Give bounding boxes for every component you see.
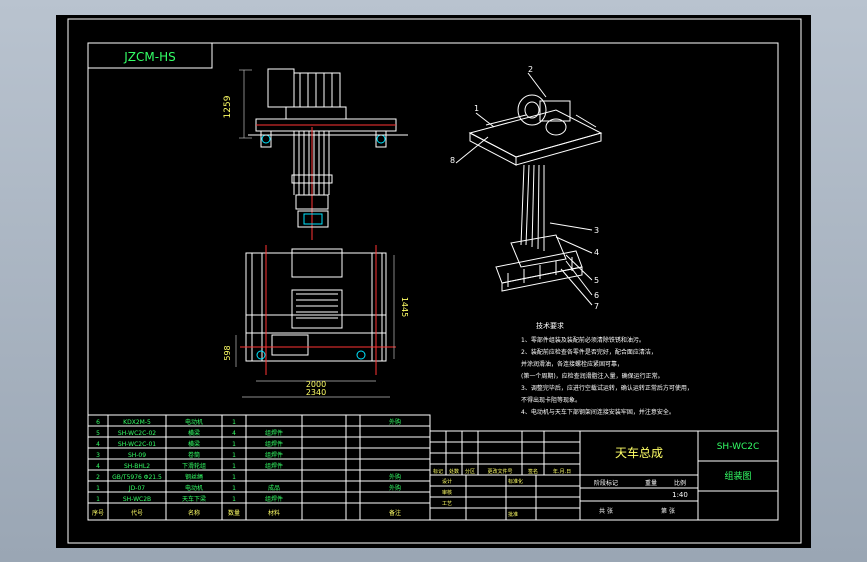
- tb-stage-mark: 阶段标记: [594, 479, 618, 487]
- bom-cell: 4: [96, 441, 100, 448]
- tb-total-sheets: 共 张: [599, 507, 613, 515]
- tb-label-zone: 分区: [465, 468, 475, 475]
- tb-label-signature: 签名: [528, 468, 538, 475]
- callout-8: 8: [450, 156, 455, 165]
- bom-cell: 外购: [389, 473, 401, 481]
- note-line-2: 2、装配前应检查各零件是否完好，配合面应清洁，: [521, 348, 657, 356]
- bom-cell: 3: [96, 452, 100, 459]
- bom-cell: 横梁: [188, 429, 200, 437]
- plan-view: 2000 2340 1445 598: [223, 245, 409, 398]
- bom-cell: SH-BHL2: [124, 463, 150, 470]
- callout-7: 7: [594, 302, 599, 311]
- bom-cell: KDX2M-5: [123, 419, 151, 426]
- bom-header-cell: 数量: [228, 509, 240, 517]
- bom-cell: 成品: [268, 484, 280, 492]
- note-line-6: 不得出现卡阻等现象。: [521, 396, 581, 404]
- bom-cell: 卷筒: [188, 451, 200, 459]
- dim-depth-right: 1445: [400, 297, 409, 317]
- bom-cell: 组焊件: [265, 451, 283, 459]
- tb-label-review: 审核: [442, 489, 452, 496]
- bom-cell: 横梁: [188, 440, 200, 448]
- tb-weight: 重量: [645, 479, 657, 487]
- bom-cell: 1: [232, 485, 236, 492]
- bom-cell: 天车下梁: [182, 495, 206, 503]
- tb-label-approve: 批准: [508, 511, 518, 518]
- bom-cell: 组焊件: [265, 440, 283, 448]
- bom-cell: 下滑轮组: [182, 462, 206, 470]
- drawing-number: SH-WC2C: [717, 442, 760, 452]
- drawing-canvas: JZCM-HS 1259 2000 2340 1445 598 1 2 3 4 …: [67, 18, 802, 544]
- tb-sheet-no: 第 张: [661, 507, 675, 515]
- bom-cell: SH-WC2B: [123, 496, 151, 503]
- bom-cell: 1: [96, 485, 100, 492]
- dim-depth-left: 598: [223, 345, 232, 360]
- bom-cell: 1: [232, 419, 236, 426]
- tb-label-date: 年.月.日: [553, 468, 571, 475]
- code-box-text: JZCM-HS: [123, 50, 175, 64]
- bom-cell: SH-WC2C-01: [118, 441, 156, 448]
- note-line-7: 4、电动机与天车下部钢架间连接安装牢固，并注意安全。: [521, 408, 675, 416]
- bom-cell: 电动机: [185, 484, 203, 492]
- dim-height-top: 1259: [223, 95, 233, 118]
- tb-label-design: 设计: [442, 478, 452, 485]
- bom-cell: 1: [232, 496, 236, 503]
- bom-header-cell: 序号: [92, 509, 104, 517]
- bom-cell: 外购: [389, 418, 401, 426]
- drawing-scale: 1:40: [672, 491, 688, 499]
- tb-label-process: 工艺: [442, 501, 452, 507]
- tb-label-standard: 标准化: [508, 478, 523, 485]
- bom-cell: 1: [96, 496, 100, 503]
- note-line-3: 并涂润滑油，各连接螺栓应紧固可靠，: [521, 360, 623, 368]
- bom-cell: 组焊件: [265, 429, 283, 437]
- cad-viewport[interactable]: JZCM-HS 1259 2000 2340 1445 598 1 2 3 4 …: [56, 15, 811, 548]
- bom-cell: 2: [96, 474, 100, 481]
- bom-cell: 电动机: [185, 418, 203, 426]
- bom-header-cell: 代号: [131, 509, 143, 517]
- note-line-4: (第一个周期)，应检查润滑脂注入量，确保运行正常。: [521, 372, 664, 380]
- notes-title: 技术要求: [536, 321, 564, 330]
- bom-cell: 1: [232, 452, 236, 459]
- dim-width-outer: 2340: [306, 388, 326, 397]
- note-line-1: 1、零部件组装及装配前必须清除铁锈和油污。: [521, 336, 645, 344]
- bom-cell: GB/T5976 Φ21.5: [112, 474, 162, 481]
- bom-cell: 4: [232, 430, 236, 437]
- note-line-5: 3、调整完毕后，应进行空载试运转，确认运转正常后方可使用，: [521, 384, 693, 392]
- bom-cell: 1: [232, 474, 236, 481]
- bom-header-cell: 备注: [389, 509, 401, 517]
- bom-cell: SH-09: [128, 452, 146, 459]
- bom-cell: 5: [96, 430, 100, 437]
- bom-cell: 组焊件: [265, 495, 283, 503]
- bom-cell: 外购: [389, 484, 401, 492]
- callout-4: 4: [594, 248, 599, 257]
- bom-cell: 1: [232, 441, 236, 448]
- drawing-title: 天车总成: [615, 445, 663, 460]
- callout-1: 1: [474, 104, 479, 113]
- tb-scale-label: 比例: [674, 479, 686, 487]
- bom-cell: 钢丝绳: [185, 473, 203, 481]
- bom-cell: 6: [96, 419, 100, 426]
- bom-cell: 4: [96, 463, 100, 470]
- tb-label-count: 处数: [449, 468, 459, 475]
- bom-cell: 1: [232, 463, 236, 470]
- tb-label-change-doc: 更改文件号: [487, 468, 512, 475]
- bom-cell: SH-WC2C-02: [118, 430, 156, 437]
- sheet-type: 组装图: [724, 470, 751, 482]
- bom-header-cell: 名称: [188, 509, 200, 517]
- callout-3: 3: [594, 226, 599, 235]
- callout-2: 2: [528, 65, 533, 74]
- front-view: 1259: [223, 68, 408, 240]
- callout-5: 5: [594, 276, 599, 285]
- callout-6: 6: [594, 291, 599, 300]
- bom-header-cell: 材料: [268, 509, 280, 517]
- tb-label-mark: 标记: [433, 468, 443, 475]
- bom-cell: 组焊件: [265, 462, 283, 470]
- bom-cell: JD-07: [128, 485, 145, 492]
